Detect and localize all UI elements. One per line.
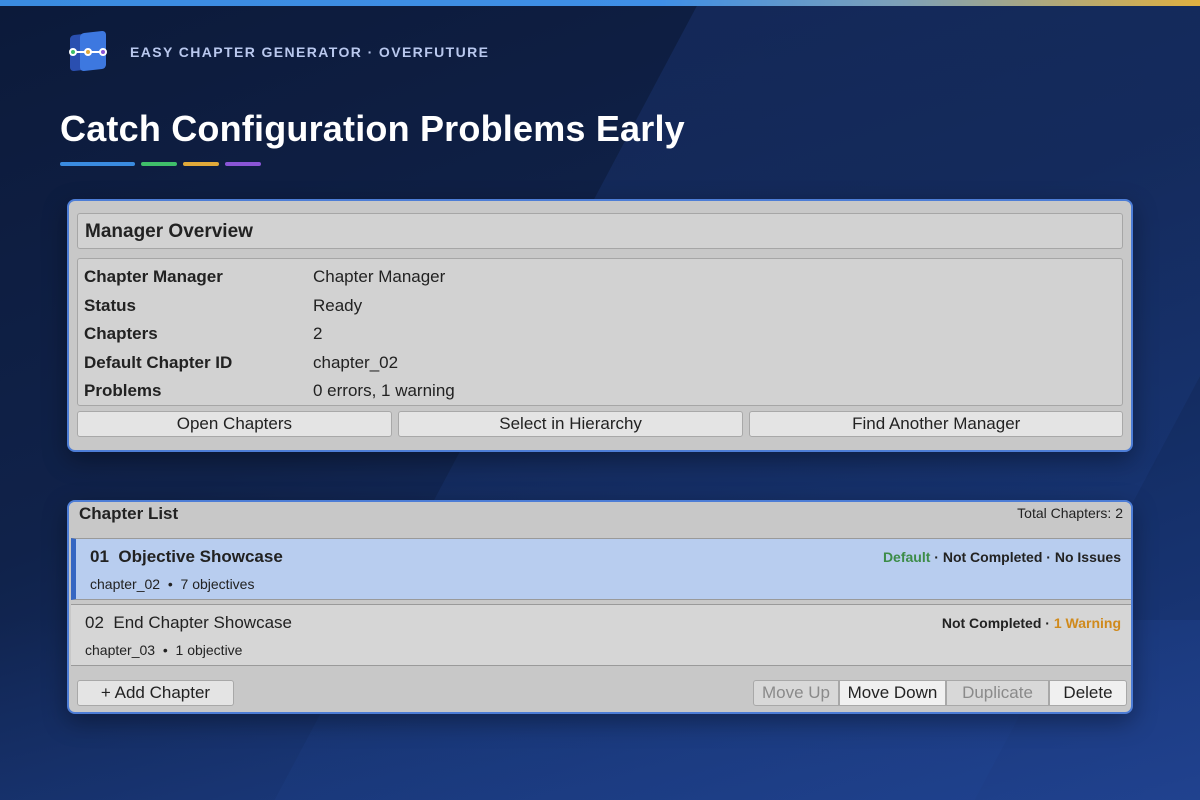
chapter-meta: chapter_02 • 7 objectives — [90, 576, 254, 592]
chapter-status: Not Completed · 1 Warning — [942, 615, 1121, 631]
chapter-list-title: Chapter List — [79, 504, 179, 523]
brand: EASY CHAPTER GENERATOR · OVERFUTURE — [66, 30, 489, 74]
objective-count: 7 objectives — [180, 576, 255, 592]
detail-value: Chapter Manager — [313, 267, 446, 287]
chapter-name: Objective Showcase — [118, 547, 283, 566]
status-separator: · — [934, 549, 939, 565]
detail-row-default-chapter-id: Default Chapter ID chapter_02 — [84, 349, 1116, 378]
chapter-list-header: Chapter List Total Chapters: 2 — [69, 502, 1131, 536]
chapter-status: Default · Not Completed · No Issues — [883, 549, 1121, 565]
chapter-number: 02 — [85, 613, 104, 632]
chapter-row-selected[interactable]: 01 Objective Showcase chapter_02 • 7 obj… — [71, 538, 1131, 600]
detail-value: 0 errors, 1 warning — [313, 381, 455, 401]
open-chapters-button[interactable]: Open Chapters — [77, 411, 392, 437]
detail-key: Default Chapter ID — [84, 352, 233, 372]
detail-value: chapter_02 — [313, 352, 399, 372]
select-in-hierarchy-button[interactable]: Select in Hierarchy — [397, 411, 744, 437]
detail-key: Status — [84, 295, 136, 315]
status-separator: · — [1046, 549, 1051, 565]
detail-value: 2 — [313, 324, 323, 344]
detail-row-status: Status Ready — [84, 292, 1116, 321]
detail-key: Chapter Manager — [84, 267, 223, 287]
chapter-id: chapter_02 — [90, 576, 161, 592]
status-separator: · — [1045, 615, 1050, 631]
accent-line-amber — [183, 162, 219, 166]
accent-line-blue — [60, 162, 135, 166]
chapter-list-panel: Chapter List Total Chapters: 2 01 Object… — [67, 500, 1133, 714]
top-accent-bar — [0, 0, 1200, 6]
detail-key: Chapters — [84, 324, 158, 344]
title-accent-lines — [60, 162, 261, 166]
manager-overview-panel: Manager Overview Chapter Manager Chapter… — [67, 199, 1133, 452]
objective-count: 1 objective — [175, 642, 243, 658]
chapter-title: 01 Objective Showcase — [90, 547, 283, 567]
chapter-row[interactable]: 02 End Chapter Showcase chapter_03 • 1 o… — [71, 604, 1131, 666]
chapter-meta: chapter_03 • 1 objective — [85, 642, 242, 658]
chapter-name: End Chapter Showcase — [113, 613, 292, 632]
issues-status: No Issues — [1054, 549, 1121, 565]
accent-line-green — [141, 162, 177, 166]
chapter-list-footer: + Add Chapter Move Up Move Down Duplicat… — [69, 674, 1131, 712]
chapter-flow-icon — [66, 30, 110, 74]
overview-actions: Open Chapters Select in Hierarchy Find A… — [77, 411, 1123, 437]
page-title: Catch Configuration Problems Early — [60, 108, 685, 149]
delete-button[interactable]: Delete — [1049, 680, 1127, 706]
overview-title: Manager Overview — [77, 213, 1123, 249]
detail-value: Ready — [313, 295, 363, 315]
detail-row-problems: Problems 0 errors, 1 warning — [84, 377, 1116, 406]
bullet-separator: • — [162, 642, 168, 658]
completion-status: Not Completed — [941, 615, 1042, 631]
default-badge: Default — [882, 549, 931, 565]
add-chapter-button[interactable]: + Add Chapter — [77, 680, 234, 706]
brand-text: EASY CHAPTER GENERATOR · OVERFUTURE — [130, 44, 490, 60]
detail-row-chapter-manager: Chapter Manager Chapter Manager — [84, 263, 1116, 292]
overview-details: Chapter Manager Chapter Manager Status R… — [77, 258, 1123, 406]
duplicate-button[interactable]: Duplicate — [946, 680, 1049, 706]
chapter-title: 02 End Chapter Showcase — [85, 613, 292, 633]
chapter-id: chapter_03 — [85, 642, 156, 658]
detail-row-chapters: Chapters 2 — [84, 320, 1116, 349]
chapter-number: 01 — [90, 547, 109, 566]
completion-status: Not Completed — [942, 549, 1043, 565]
bullet-separator: • — [167, 576, 173, 592]
move-up-button[interactable]: Move Up — [753, 680, 839, 706]
move-down-button[interactable]: Move Down — [839, 680, 946, 706]
warning-status: 1 Warning — [1053, 615, 1121, 631]
total-chapters-count: Total Chapters: 2 — [1017, 505, 1123, 521]
chapter-order-controls: Move Up Move Down Duplicate Delete — [753, 680, 1127, 706]
find-another-manager-button[interactable]: Find Another Manager — [749, 411, 1123, 437]
accent-line-purple — [225, 162, 261, 166]
detail-key: Problems — [84, 381, 162, 401]
